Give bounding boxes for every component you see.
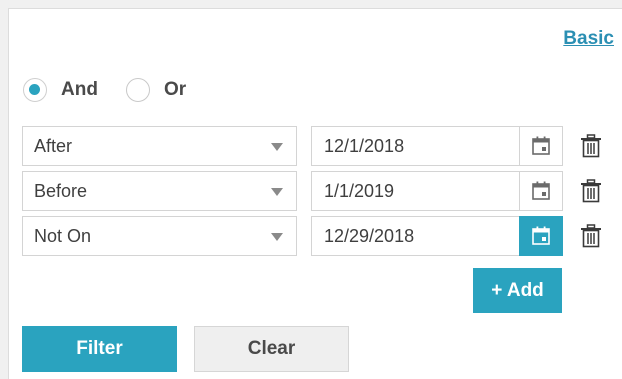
calendar-button[interactable] (519, 171, 563, 211)
date-input[interactable] (311, 126, 519, 166)
radio-and-label: And (61, 79, 98, 100)
condition-row: Not On (22, 216, 601, 256)
date-filter-panel: Basic And Or After 12/1/2018 Before 1/1/… (8, 8, 622, 379)
calendar-button[interactable] (519, 126, 563, 166)
calendar-icon (532, 226, 550, 245)
operator-value: Before (34, 180, 88, 201)
dropdown-caret-icon (271, 188, 283, 196)
operator-value: Not On (34, 225, 92, 246)
radio-or-indicator[interactable] (125, 78, 150, 102)
add-condition-button[interactable]: + Add (473, 268, 562, 313)
radio-or-label: Or (163, 79, 187, 100)
dropdown-caret-icon (271, 143, 283, 151)
dropdown-caret-icon (271, 233, 283, 241)
basic-mode-link[interactable]: Basic (563, 28, 614, 50)
calendar-icon (532, 181, 550, 200)
radio-and-indicator[interactable] (23, 78, 47, 102)
operator-select[interactable]: Not On (22, 216, 297, 256)
operator-select[interactable]: After (22, 126, 297, 166)
date-input[interactable] (311, 216, 519, 256)
calendar-icon (532, 136, 550, 155)
radio-or[interactable]: Or (125, 78, 187, 102)
condition-row: Before (22, 171, 601, 211)
trash-icon[interactable] (580, 224, 602, 248)
logic-operator-group: And Or (23, 75, 214, 105)
filter-button[interactable]: Filter (22, 326, 177, 372)
clear-button[interactable]: Clear (194, 326, 349, 372)
condition-row: After (22, 126, 601, 166)
operator-select[interactable]: Before (22, 171, 297, 211)
trash-icon[interactable] (580, 179, 602, 203)
trash-icon[interactable] (580, 134, 602, 158)
radio-and[interactable]: And (23, 78, 98, 102)
calendar-button[interactable] (519, 216, 563, 256)
date-input[interactable] (311, 171, 519, 211)
operator-value: After (34, 135, 73, 156)
